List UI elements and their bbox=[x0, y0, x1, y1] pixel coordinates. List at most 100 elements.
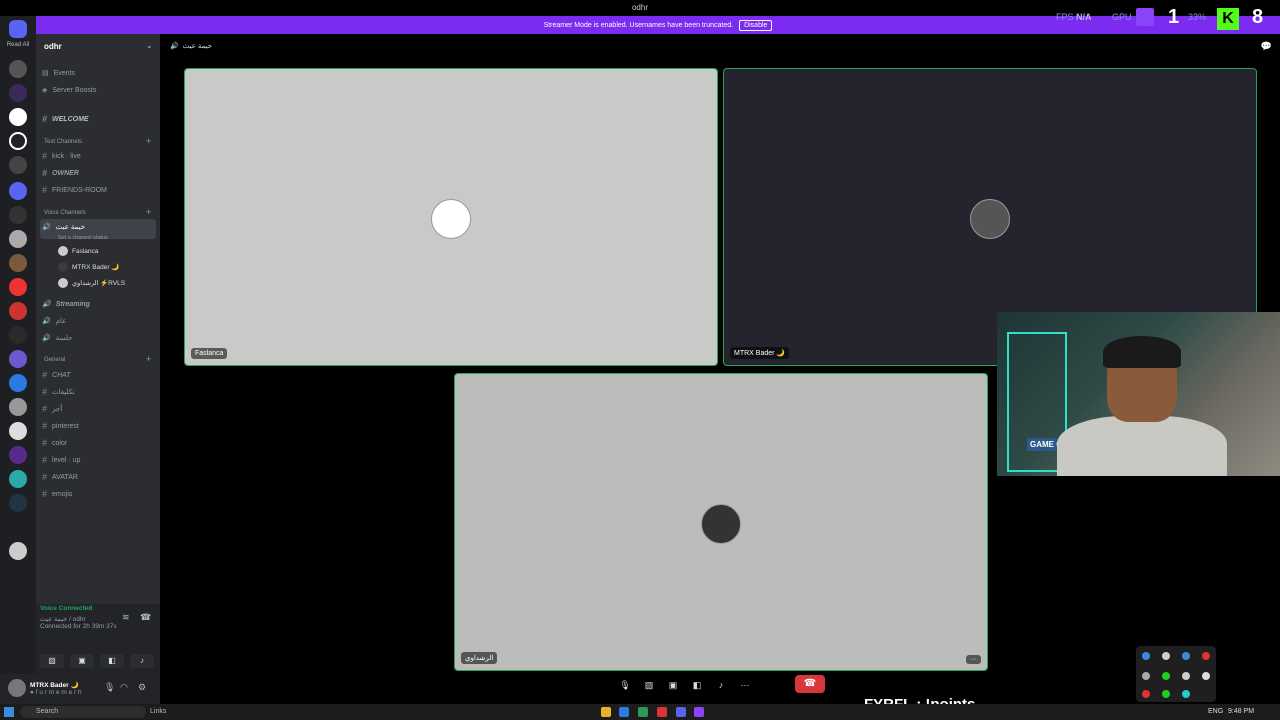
server-icon[interactable] bbox=[9, 206, 27, 224]
taskbar-app-icon[interactable] bbox=[638, 707, 648, 717]
channel-friends-room[interactable]: # FRIENDS-ROOM bbox=[42, 183, 107, 197]
server-icon[interactable] bbox=[9, 398, 27, 416]
server-icon[interactable] bbox=[9, 108, 27, 126]
taskbar-app-icon[interactable] bbox=[657, 707, 667, 717]
server-icon[interactable] bbox=[9, 494, 27, 512]
mic-icon[interactable]: 🎙 bbox=[104, 682, 115, 693]
noise-suppression-icon[interactable]: ≋ bbox=[122, 612, 130, 623]
voice-connected-status[interactable]: Voice Connected bbox=[40, 605, 92, 612]
screen-share-icon[interactable]: ▣ bbox=[665, 678, 681, 692]
tray-icon[interactable] bbox=[1182, 690, 1190, 698]
channel-color[interactable]: # color bbox=[42, 436, 67, 450]
clock[interactable]: 9:48 PM bbox=[1228, 708, 1254, 715]
server-icon[interactable] bbox=[9, 156, 27, 174]
server-icon[interactable] bbox=[9, 84, 27, 102]
links-toolbar[interactable]: Links bbox=[150, 708, 166, 715]
voice-channel-aam[interactable]: 🔊 عام bbox=[42, 314, 66, 328]
settings-gear-icon[interactable]: ⚙ bbox=[138, 682, 146, 693]
server-icon[interactable] bbox=[9, 302, 27, 320]
chevron-down-icon[interactable]: ⌄ bbox=[146, 41, 153, 50]
tray-icon[interactable] bbox=[1202, 672, 1210, 680]
taskbar-search[interactable]: Search bbox=[20, 706, 146, 718]
channel-welcome[interactable]: # WELCOME bbox=[42, 112, 89, 126]
discord-taskbar-icon[interactable] bbox=[676, 707, 686, 717]
screen-share-button[interactable]: ▣ bbox=[70, 654, 94, 668]
tray-icon[interactable] bbox=[1162, 690, 1170, 698]
hash-icon: # bbox=[42, 472, 48, 482]
channel-level-up[interactable]: # level · up bbox=[42, 453, 80, 467]
taskbar-app-icon[interactable] bbox=[619, 707, 629, 717]
add-channel-icon[interactable]: + bbox=[146, 207, 151, 217]
end-call-button[interactable]: ☎ bbox=[795, 675, 825, 693]
tray-icon[interactable] bbox=[1182, 672, 1190, 680]
disable-streamer-mode-button[interactable]: Disable bbox=[739, 19, 773, 31]
server-icon[interactable] bbox=[9, 182, 27, 200]
add-channel-icon[interactable]: + bbox=[146, 354, 151, 364]
avatar[interactable] bbox=[8, 679, 26, 697]
channel-server-boosts[interactable]: ◈ Server Boosts bbox=[42, 83, 96, 97]
server-name[interactable]: odhr bbox=[44, 42, 62, 51]
server-icon[interactable] bbox=[9, 60, 27, 78]
voice-channel-sharing[interactable]: 🔊 جلسة bbox=[42, 331, 72, 345]
more-options-button[interactable]: ··· bbox=[966, 655, 981, 664]
server-icon[interactable] bbox=[9, 230, 27, 248]
server-icon[interactable] bbox=[9, 542, 27, 560]
server-icon[interactable] bbox=[9, 326, 27, 344]
voice-user[interactable]: Faslanca bbox=[58, 246, 98, 256]
chat-bubble-icon[interactable]: 💬 bbox=[1261, 41, 1272, 52]
camera-button[interactable]: ▨ bbox=[40, 654, 64, 668]
windows-start-icon[interactable] bbox=[4, 707, 14, 717]
taskbar-app-icon[interactable] bbox=[694, 707, 704, 717]
channel-ajr[interactable]: # أجر bbox=[42, 402, 62, 416]
channel-chat[interactable]: # CHAT bbox=[42, 368, 71, 382]
file-explorer-icon[interactable] bbox=[601, 707, 611, 717]
voice-user[interactable]: MTRX Bader 🌙 bbox=[58, 262, 119, 272]
channel-avatar[interactable]: # AVATAR bbox=[42, 470, 78, 484]
server-icon[interactable] bbox=[9, 254, 27, 272]
mic-icon[interactable]: 🎙 bbox=[617, 678, 633, 692]
channel-pinterest[interactable]: # pinterest bbox=[42, 419, 79, 433]
category-text-channels[interactable]: Text Channels bbox=[44, 139, 82, 145]
participant-tile[interactable]: Faslanca bbox=[184, 68, 718, 366]
tray-icon[interactable] bbox=[1142, 652, 1150, 660]
participant-name: MTRX Bader 🌙 bbox=[730, 347, 790, 359]
headphones-icon[interactable]: ◠ bbox=[120, 682, 128, 693]
activity-button[interactable]: ◧ bbox=[100, 654, 124, 668]
language-indicator[interactable]: ENG bbox=[1208, 708, 1223, 715]
channel-owner[interactable]: # OWNER bbox=[42, 166, 79, 180]
read-all-button[interactable]: Read All bbox=[0, 42, 36, 48]
channel-taklifat[interactable]: # تكليفات bbox=[42, 385, 75, 399]
category-voice-channels[interactable]: Voice Channels bbox=[44, 210, 86, 216]
tray-icon[interactable] bbox=[1162, 672, 1170, 680]
server-icon[interactable] bbox=[9, 374, 27, 392]
disconnect-icon[interactable]: ☎ bbox=[140, 612, 151, 623]
activity-icon[interactable]: ◧ bbox=[689, 678, 705, 692]
server-icon[interactable] bbox=[9, 278, 27, 296]
more-icon[interactable]: ⋯ bbox=[737, 678, 753, 692]
soundboard-button[interactable]: ♪ bbox=[130, 654, 154, 668]
tray-icon[interactable] bbox=[1182, 652, 1190, 660]
channel-status[interactable]: Set a channel status bbox=[58, 231, 108, 245]
voice-user[interactable]: الرشداوي ⚡RVLS bbox=[58, 278, 125, 288]
channel-kick-live[interactable]: # kick · live bbox=[42, 149, 81, 163]
add-channel-icon[interactable]: + bbox=[146, 136, 151, 146]
category-general[interactable]: General bbox=[44, 357, 65, 363]
channel-emojis[interactable]: # emojis bbox=[42, 487, 72, 501]
channel-events[interactable]: ▤ Events bbox=[42, 66, 75, 80]
server-icon[interactable] bbox=[9, 470, 27, 488]
discord-home-icon[interactable] bbox=[9, 20, 27, 38]
server-icon[interactable] bbox=[9, 132, 27, 150]
server-icon[interactable] bbox=[9, 350, 27, 368]
soundboard-icon[interactable]: ♪ bbox=[713, 678, 729, 692]
user-name[interactable]: MTRX Bader 🌙 bbox=[30, 681, 79, 689]
tray-icon[interactable] bbox=[1142, 690, 1150, 698]
tray-icon[interactable] bbox=[1202, 652, 1210, 660]
voice-location[interactable]: خيمة عيث / odhr bbox=[40, 615, 86, 623]
participant-tile[interactable]: الرشداوي ··· bbox=[454, 373, 988, 671]
server-icon[interactable] bbox=[9, 446, 27, 464]
camera-off-icon[interactable]: ▨ bbox=[641, 678, 657, 692]
voice-channel-streaming[interactable]: 🔊 Streaming bbox=[42, 297, 90, 311]
tray-icon[interactable] bbox=[1162, 652, 1170, 660]
server-icon[interactable] bbox=[9, 422, 27, 440]
tray-icon[interactable] bbox=[1142, 672, 1150, 680]
